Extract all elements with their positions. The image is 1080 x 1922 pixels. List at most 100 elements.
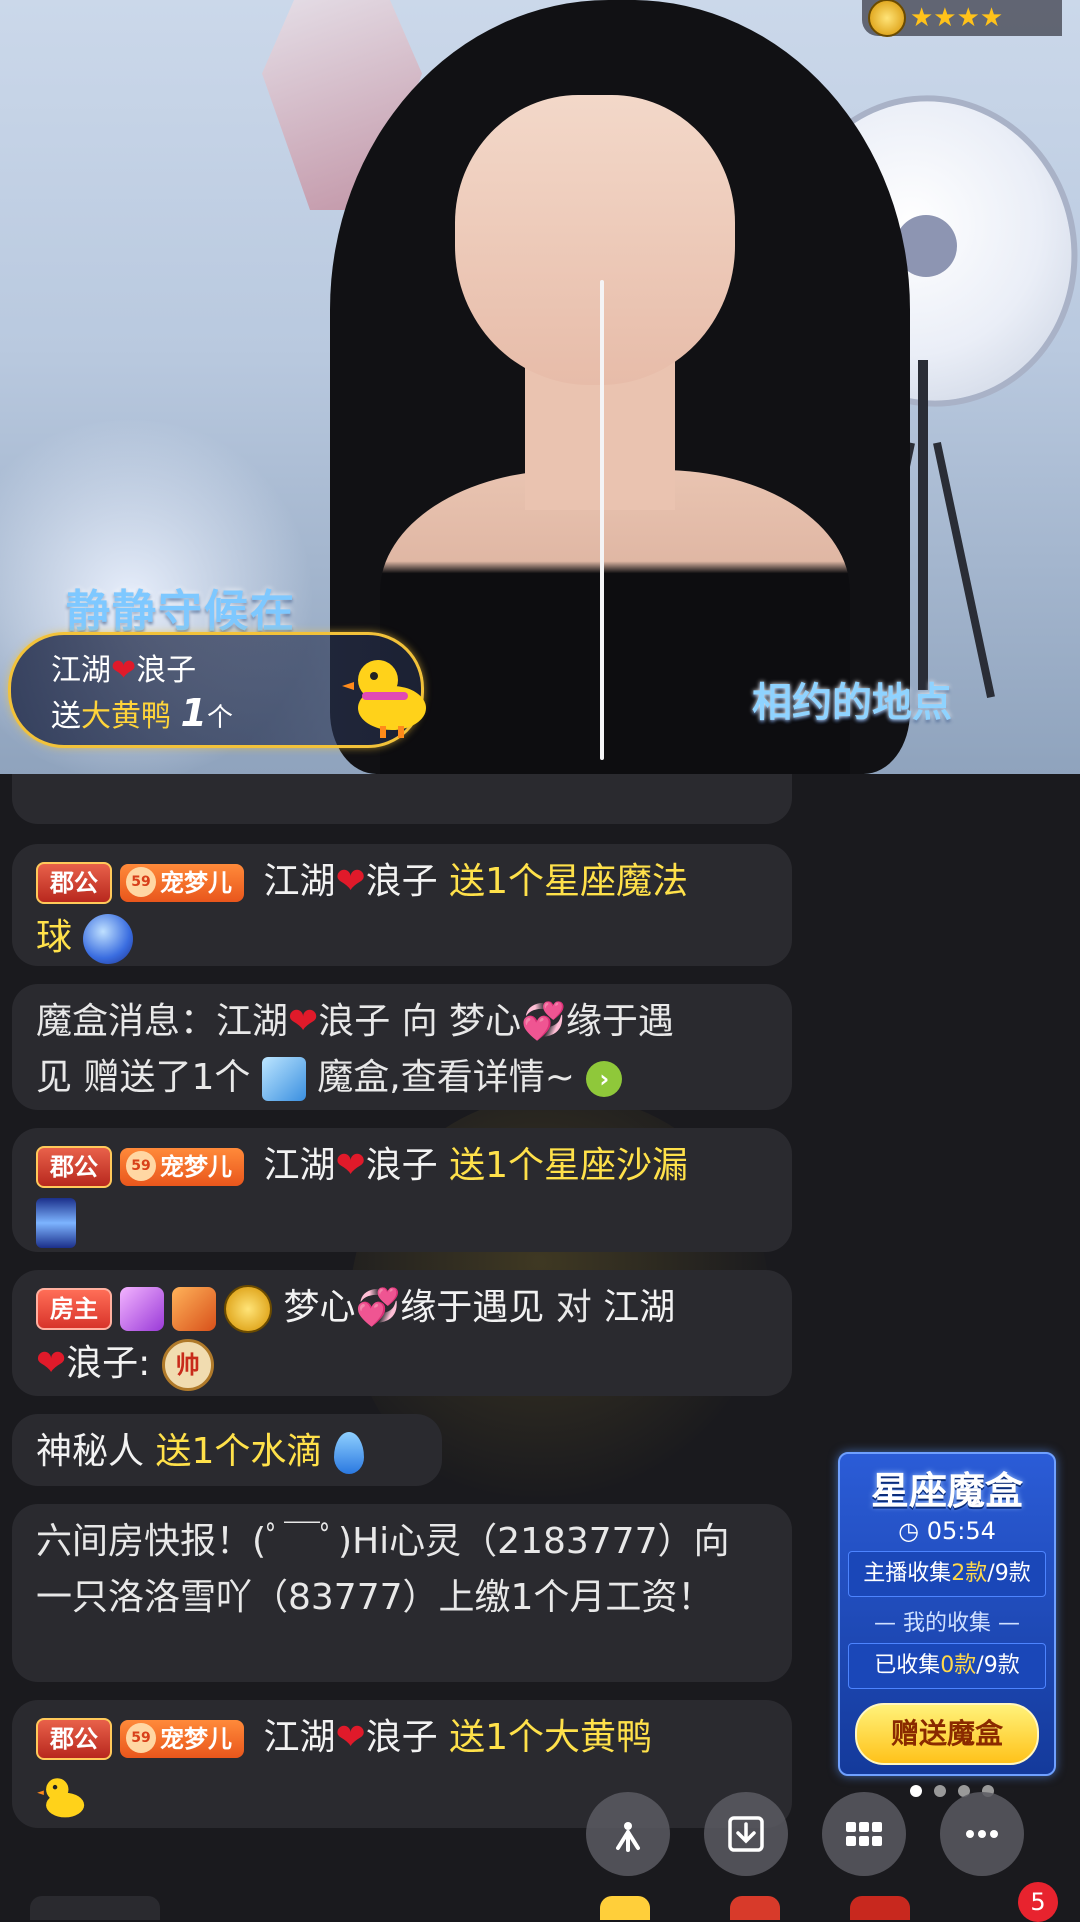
input-bar-partial[interactable] bbox=[30, 1896, 160, 1920]
user-name[interactable]: 梦心 bbox=[283, 1287, 355, 1328]
fan-badge: 59 宠梦儿 bbox=[120, 1720, 244, 1758]
user-name-suffix[interactable]: 浪子 bbox=[366, 861, 438, 902]
to-label: 对 bbox=[555, 1287, 592, 1328]
send-magic-box-button[interactable]: 赠送魔盒 bbox=[855, 1703, 1039, 1765]
chat-message[interactable]: 郡公 59 宠梦儿 江湖❤浪子 送1个星座沙漏 bbox=[12, 1128, 792, 1252]
chevron-right-icon[interactable]: › bbox=[586, 1061, 623, 1097]
envelope-icon-partial[interactable] bbox=[730, 1896, 780, 1920]
yellow-duck-icon bbox=[37, 1778, 85, 1818]
chat-message[interactable]: 郡公 59 宠梦儿 江湖❤浪子 送1个星座魔法 球 bbox=[12, 844, 792, 966]
rank-badge: 郡公 bbox=[36, 1146, 112, 1188]
streamer-rating[interactable]: ★★★★ bbox=[862, 0, 1062, 37]
apps-grid-button[interactable] bbox=[822, 1792, 906, 1876]
system-link-text[interactable]: 魔盒,查看详情~ bbox=[317, 1057, 575, 1098]
chat-message[interactable]: 房主 梦心💞缘于遇见 对 江湖 ❤浪子: 帅 bbox=[12, 1270, 792, 1396]
heart-icon: ❤ bbox=[111, 653, 137, 688]
chat-message[interactable]: 郡公 59 宠梦儿 江湖❤浪子 送1个大黄鸭 bbox=[12, 1700, 792, 1828]
user-name[interactable]: 神秘人 bbox=[36, 1431, 144, 1472]
more-button[interactable] bbox=[940, 1792, 1024, 1876]
crystal-ball-icon bbox=[83, 914, 134, 964]
hourglass-icon bbox=[36, 1198, 76, 1248]
my-collect-count: 0款 bbox=[940, 1653, 977, 1678]
gift-action: 送1个大黄鸭 bbox=[449, 1717, 653, 1758]
fan-level: 59 bbox=[126, 1151, 156, 1181]
fan-level: 59 bbox=[126, 867, 156, 897]
user-name-suffix[interactable]: 浪子 bbox=[366, 1717, 438, 1758]
guardian-badge-icon bbox=[120, 1287, 164, 1331]
target-user[interactable]: 江湖 bbox=[603, 1287, 675, 1328]
fan-leg bbox=[933, 442, 995, 698]
rating-stars: ★★★★ bbox=[910, 3, 1004, 33]
heart-icon: ❤ bbox=[335, 1145, 366, 1186]
fan-badge: 59 宠梦儿 bbox=[120, 864, 244, 902]
user-name[interactable]: 江湖 bbox=[263, 861, 335, 902]
more-dots-icon bbox=[966, 1830, 998, 1838]
shield-badge-icon bbox=[172, 1287, 216, 1331]
yellow-duck-icon bbox=[342, 660, 426, 738]
carousel-dot[interactable] bbox=[910, 1785, 922, 1797]
streamer-face bbox=[455, 95, 735, 385]
carousel-dot[interactable] bbox=[934, 1785, 946, 1797]
earphone-cable bbox=[600, 280, 604, 760]
live-video[interactable]: ★★★★ 静静守候在 相约的地点 江湖❤浪子 送大黄鸭 1个 bbox=[0, 0, 1080, 774]
system-text: 缘于遇 bbox=[565, 1001, 674, 1042]
my-collection: 已收集0款/9款 bbox=[848, 1643, 1046, 1689]
rank-badge: 郡公 bbox=[36, 862, 112, 904]
fan-badge: 59 宠梦儿 bbox=[120, 1148, 244, 1186]
magic-box-panel[interactable]: 星座魔盒 ◷ 05:54 主播收集2款/9款 — 我的收集 — 已收集0款/9款… bbox=[838, 1452, 1056, 1776]
magic-box-timer: ◷ 05:54 bbox=[840, 1517, 1054, 1545]
rank-badge: 郡公 bbox=[36, 1718, 112, 1760]
user-name-suffix[interactable]: 浪子 bbox=[366, 1145, 438, 1186]
chess-piece-emoji: 帅 bbox=[161, 1339, 214, 1391]
magic-box-icon bbox=[261, 1057, 306, 1101]
user-name-suffix[interactable]: 缘于遇见 bbox=[400, 1287, 544, 1328]
song-title: 静静守候在 bbox=[66, 586, 296, 637]
six-room-button[interactable] bbox=[586, 1792, 670, 1876]
gift-action: 送1个星座魔法 bbox=[449, 861, 689, 902]
host-collection: 主播收集2款/9款 bbox=[848, 1551, 1046, 1597]
fan-level: 59 bbox=[126, 1723, 156, 1753]
download-icon bbox=[728, 1816, 764, 1852]
gift-name: 大黄鸭 bbox=[81, 699, 171, 734]
pink-hearts-icon: 💞 bbox=[521, 1001, 566, 1042]
timer-value: 05:54 bbox=[926, 1517, 996, 1545]
my-collect-label: 已收集 bbox=[874, 1653, 941, 1678]
system-text: 魔盒消息：江湖 bbox=[36, 1001, 289, 1042]
fan-stand bbox=[918, 360, 928, 690]
host-collect-label: 主播收集 bbox=[863, 1561, 952, 1586]
grid-icon bbox=[846, 1822, 882, 1846]
chat-message-broadcast[interactable]: 六间房快报！(ﾟ￣ﾟ)Hi心灵（2183777）向 一只洛洛雪吖（83777）上… bbox=[12, 1504, 792, 1682]
gift-detail: 送大黄鸭 1个 bbox=[51, 691, 233, 735]
chat-message-partial bbox=[12, 774, 792, 824]
user-name[interactable]: 江湖 bbox=[263, 1717, 335, 1758]
host-badge: 房主 bbox=[36, 1288, 112, 1330]
notification-badge: 5 bbox=[1018, 1882, 1058, 1922]
magic-box-title: 星座魔盒 bbox=[870, 1468, 1023, 1513]
box-icon-partial[interactable] bbox=[850, 1896, 910, 1920]
host-collect-total: /9款 bbox=[987, 1561, 1031, 1586]
gift-sender: 江湖❤浪子 bbox=[51, 645, 196, 689]
chat-message[interactable]: 神秘人 送1个水滴 bbox=[12, 1414, 442, 1486]
system-text: 见 赠送了1个 bbox=[36, 1057, 251, 1098]
sender-name-suffix: 浪子 bbox=[136, 653, 197, 688]
user-name[interactable]: 江湖 bbox=[263, 1145, 335, 1186]
gift-action-cont: 球 bbox=[36, 917, 73, 958]
my-collection-header: — 我的收集 — bbox=[874, 1611, 1020, 1636]
chat-message-magicbox[interactable]: 魔盒消息：江湖❤浪子 向 梦心💞缘于遇 见 赠送了1个 魔盒,查看详情~ › bbox=[12, 984, 792, 1110]
system-text: 浪子 向 梦心 bbox=[318, 1001, 522, 1042]
sender-name: 江湖 bbox=[51, 653, 111, 688]
download-button[interactable] bbox=[704, 1792, 788, 1876]
medal-icon bbox=[224, 1285, 272, 1333]
my-collect-total: /9款 bbox=[976, 1653, 1020, 1678]
heart-icon: ❤ bbox=[288, 1001, 319, 1042]
fan-badge-label: 宠梦儿 bbox=[160, 1725, 232, 1753]
medal-icon bbox=[868, 0, 906, 37]
host-collect-count: 2款 bbox=[951, 1561, 988, 1586]
gift-unit: 个 bbox=[207, 703, 234, 733]
gift-count: 1 bbox=[180, 691, 207, 735]
heart-icon: ❤ bbox=[335, 861, 366, 902]
gift-action: 送1个星座沙漏 bbox=[449, 1145, 689, 1186]
gift-icon-partial[interactable] bbox=[600, 1896, 650, 1920]
heart-icon: ❤ bbox=[36, 1343, 67, 1384]
target-user-suffix[interactable]: 浪子: bbox=[66, 1343, 150, 1384]
